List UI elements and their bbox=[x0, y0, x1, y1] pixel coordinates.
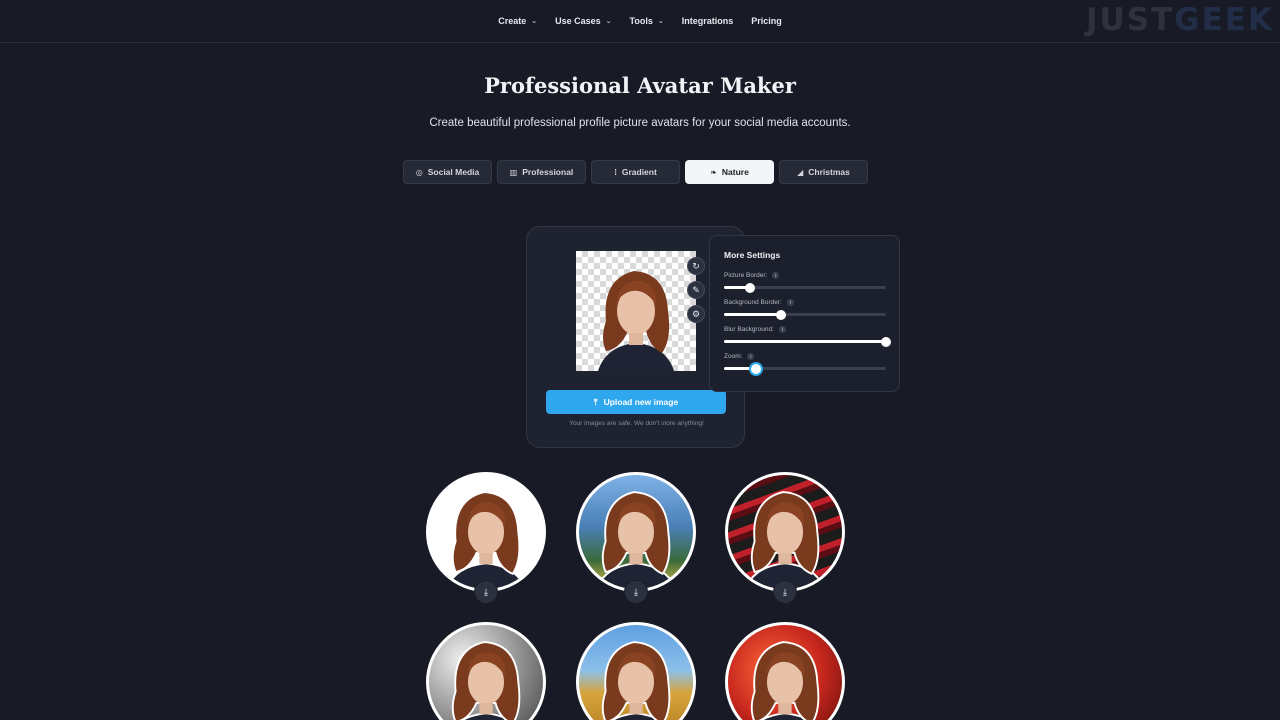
portrait-image bbox=[598, 271, 674, 371]
background-border-slider[interactable] bbox=[724, 309, 886, 320]
avatar-red-lines[interactable] bbox=[725, 472, 845, 592]
portrait-image bbox=[601, 641, 671, 720]
watermark-logo: JUSTGEEK bbox=[1085, 2, 1274, 38]
portrait-image bbox=[451, 641, 521, 720]
nav-use-cases[interactable]: Use Cases ⌄ bbox=[555, 16, 611, 26]
nav-create-label: Create bbox=[498, 16, 527, 26]
slider-thumb[interactable] bbox=[775, 309, 786, 320]
nav-integrations-label: Integrations bbox=[681, 16, 734, 26]
nav-pricing[interactable]: Pricing bbox=[751, 16, 782, 26]
tab-professional[interactable]: ▥ Professional bbox=[497, 160, 586, 184]
tab-social-media[interactable]: ◎ Social Media bbox=[403, 160, 492, 184]
setting-label: Blur Background: bbox=[724, 326, 774, 333]
tab-label: Professional bbox=[522, 167, 574, 177]
tab-label: Nature bbox=[721, 167, 749, 177]
download-icon[interactable]: ⤓ bbox=[474, 580, 498, 604]
zoom-slider[interactable] bbox=[724, 363, 886, 374]
gear-icon[interactable]: ⚙ bbox=[687, 305, 705, 323]
portrait-image bbox=[445, 491, 527, 589]
slider-thumb[interactable] bbox=[744, 282, 755, 293]
chevron-down-icon: ⌄ bbox=[531, 18, 538, 25]
picture-border-setting: Picture Border: i bbox=[724, 272, 886, 293]
social-icon: ◎ bbox=[415, 167, 423, 177]
page-title: Professional Avatar Maker bbox=[484, 73, 796, 98]
category-tabs: ◎ Social Media ▥ Professional ⁞ Gradient… bbox=[403, 160, 868, 184]
nav-tools-label: Tools bbox=[629, 16, 653, 26]
tab-nature[interactable]: ❧ Nature bbox=[685, 160, 774, 184]
setting-label: Picture Border: bbox=[724, 272, 768, 279]
avatar-white[interactable] bbox=[426, 472, 546, 592]
download-icon[interactable]: ⤓ bbox=[624, 580, 648, 604]
tab-label: Christmas bbox=[808, 167, 850, 177]
picture-border-slider[interactable] bbox=[724, 282, 886, 293]
upload-icon: ⤒ bbox=[593, 396, 598, 407]
pen-icon[interactable]: ✎ bbox=[687, 281, 705, 299]
image-preview bbox=[576, 251, 696, 371]
portrait-image bbox=[744, 491, 826, 589]
settings-title: More Settings bbox=[724, 250, 781, 260]
blur-background-setting: Blur Background: i bbox=[724, 326, 891, 347]
tab-christmas[interactable]: ◢ Christmas bbox=[779, 160, 868, 184]
briefcase-icon: ▥ bbox=[509, 167, 518, 177]
tab-gradient[interactable]: ⁞ Gradient bbox=[591, 160, 680, 184]
page-subtitle: Create beautiful professional profile pi… bbox=[429, 117, 851, 129]
leaf-icon: ❧ bbox=[710, 167, 717, 177]
nav-create[interactable]: Create ⌄ bbox=[498, 16, 537, 26]
avatar-grey-smoke[interactable] bbox=[426, 622, 546, 720]
tab-label: Social Media bbox=[427, 167, 480, 177]
slider-thumb[interactable] bbox=[881, 336, 891, 347]
more-settings-panel: More Settings Picture Border: i Backgroun… bbox=[709, 235, 900, 392]
tab-label: Gradient bbox=[621, 167, 657, 177]
info-icon: i bbox=[747, 353, 755, 360]
nav-pricing-label: Pricing bbox=[751, 16, 782, 26]
portrait-image bbox=[750, 641, 820, 720]
info-icon: i bbox=[786, 299, 794, 306]
blur-background-slider[interactable] bbox=[724, 336, 891, 347]
avatar-field[interactable] bbox=[576, 622, 696, 720]
upload-button[interactable]: ⤒ Upload new image bbox=[546, 390, 726, 414]
tree-icon: ◢ bbox=[797, 167, 804, 177]
nav-use-cases-label: Use Cases bbox=[555, 16, 601, 26]
chevron-down-icon: ⌄ bbox=[605, 18, 612, 25]
portrait-image bbox=[595, 491, 677, 589]
avatar-red-swirl[interactable] bbox=[725, 622, 845, 720]
nav-integrations[interactable]: Integrations bbox=[682, 16, 734, 26]
chevron-down-icon: ⌄ bbox=[657, 18, 664, 25]
privacy-note: Your images are safe. We don't store any… bbox=[569, 420, 704, 427]
info-icon: i bbox=[772, 272, 780, 279]
gradient-icon: ⁞ bbox=[614, 167, 617, 177]
slider-thumb[interactable] bbox=[751, 363, 762, 374]
background-border-setting: Background Border: i bbox=[724, 299, 886, 320]
zoom-setting: Zoom: i bbox=[724, 353, 886, 374]
setting-label: Zoom: bbox=[724, 353, 743, 360]
upload-label: Upload new image bbox=[603, 397, 679, 407]
setting-label: Background Border: bbox=[724, 299, 782, 306]
nav-tools[interactable]: Tools ⌄ bbox=[630, 16, 664, 26]
rotate-icon[interactable]: ↻ bbox=[687, 257, 705, 275]
avatar-mountain[interactable] bbox=[576, 472, 696, 592]
info-icon: i bbox=[778, 326, 786, 333]
download-icon[interactable]: ⤓ bbox=[773, 580, 797, 604]
